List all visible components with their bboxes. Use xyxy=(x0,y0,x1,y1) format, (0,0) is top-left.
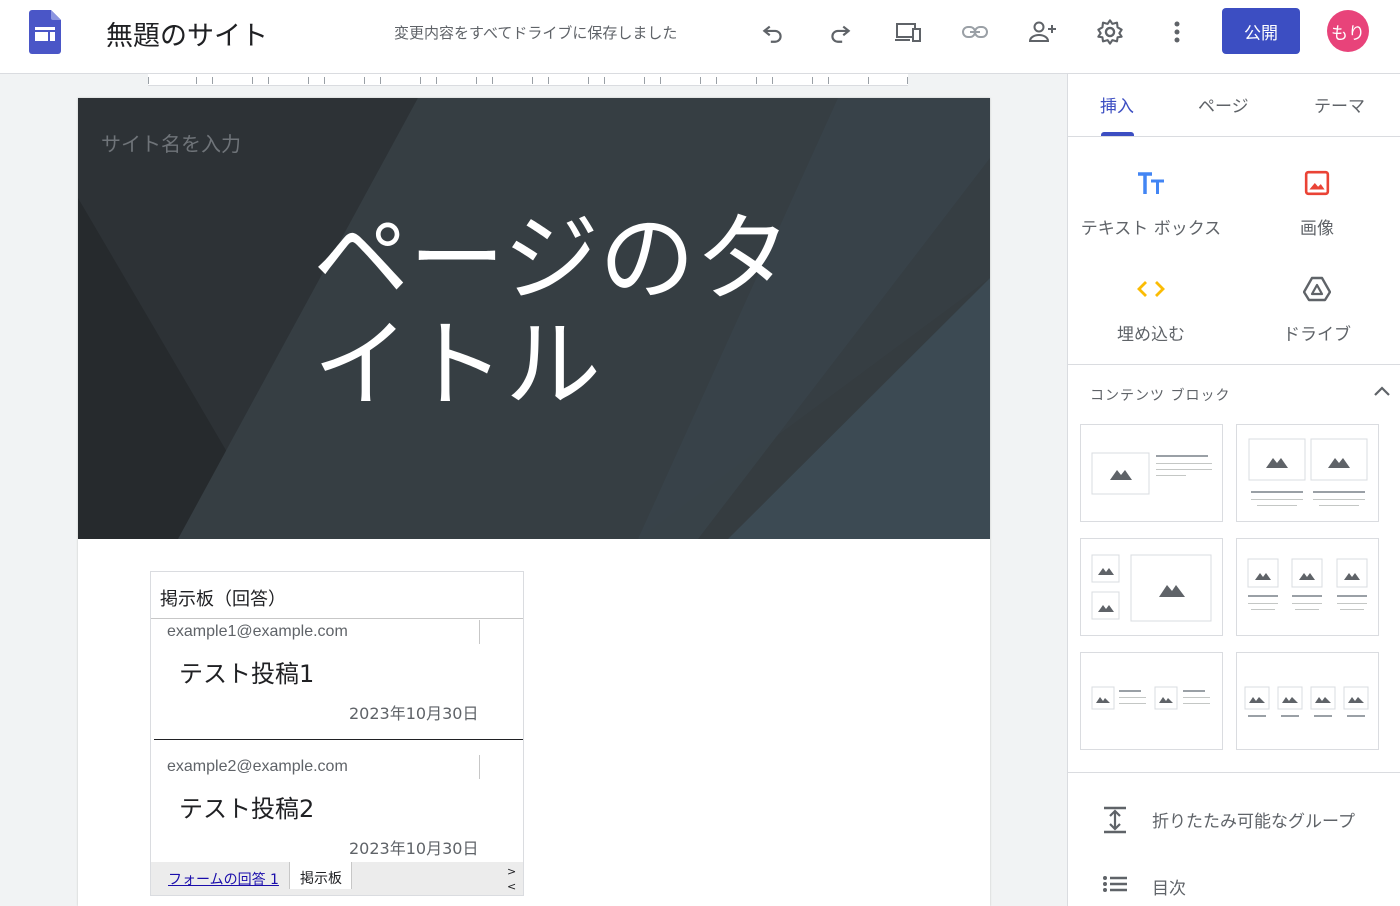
insert-item-label: 埋め込む xyxy=(1117,325,1185,345)
tab-themes[interactable]: テーマ xyxy=(1314,92,1365,117)
embedded-sheet[interactable]: 掲示板（回答） example1@example.com テスト投稿1 2023… xyxy=(150,571,524,896)
sheet-tab-nav: > < xyxy=(507,864,516,894)
sheet-title: 掲示板（回答） xyxy=(151,572,523,619)
toc-label: 目次 xyxy=(1152,879,1186,899)
list-item: example1@example.com テスト投稿1 2023年10月30日 xyxy=(151,620,523,738)
chevron-up-icon[interactable] xyxy=(1373,382,1391,401)
sheet-tab-bar: フォームの回答 1 掲示板 > < xyxy=(151,862,523,895)
site-title[interactable]: 無題のサイト xyxy=(106,14,268,53)
insert-item-label: 画像 xyxy=(1300,219,1334,239)
table-of-contents-icon xyxy=(1102,873,1128,899)
sheet-tab-form-responses[interactable]: フォームの回答 1 xyxy=(168,869,279,889)
post-title: テスト投稿1 xyxy=(179,660,315,688)
post-email: example1@example.com xyxy=(167,623,348,640)
embed-icon xyxy=(1068,272,1234,306)
sites-logo-icon[interactable] xyxy=(29,10,61,54)
active-tab-indicator xyxy=(1101,132,1134,136)
insert-text-box-button[interactable]: テキスト ボックス xyxy=(1068,166,1234,239)
divider xyxy=(1068,364,1400,365)
text-box-icon xyxy=(1068,166,1234,200)
side-panel: 挿入 ページ テーマ テキスト ボックス 画像 埋め込む ドライブ コンテンツ … xyxy=(1067,74,1400,906)
content-block-image-text[interactable] xyxy=(1080,424,1223,522)
collapsible-group-icon xyxy=(1102,806,1128,838)
ruler xyxy=(148,74,908,86)
content-blocks-header[interactable]: コンテンツ ブロック xyxy=(1090,385,1230,405)
sheet-prev-button[interactable]: < xyxy=(507,879,516,894)
content-block-image-text-pairs[interactable] xyxy=(1080,652,1223,750)
preview-icon[interactable] xyxy=(892,16,924,48)
tab-insert[interactable]: 挿入 xyxy=(1100,92,1134,117)
insert-toc-button[interactable]: 目次 xyxy=(1068,865,1400,905)
publish-button[interactable]: 公開 xyxy=(1222,8,1300,54)
save-status: 変更内容をすべてドライブに保存しました xyxy=(394,24,678,42)
drive-icon xyxy=(1234,272,1400,306)
post-divider xyxy=(154,739,523,740)
post-email: example2@example.com xyxy=(167,758,348,775)
insert-image-button[interactable]: 画像 xyxy=(1234,166,1400,239)
page-title[interactable]: ページのタイトル xyxy=(313,206,833,418)
content-block-gallery[interactable] xyxy=(1080,538,1223,636)
share-icon[interactable] xyxy=(1026,16,1058,48)
cell-divider xyxy=(479,755,480,779)
sheet-tab-board[interactable]: 掲示板 xyxy=(289,862,352,889)
top-bar: 無題のサイト 変更内容をすべてドライブに保存しました 公開 もり xyxy=(0,0,1400,74)
insert-drive-button[interactable]: ドライブ xyxy=(1234,272,1400,345)
insert-collapsible-group-button[interactable]: 折りたたみ可能なグループ xyxy=(1068,798,1400,838)
post-date: 2023年10月30日 xyxy=(349,839,479,858)
cell-divider xyxy=(479,620,480,644)
more-icon[interactable] xyxy=(1161,16,1193,48)
post-date: 2023年10月30日 xyxy=(349,704,479,723)
redo-icon[interactable] xyxy=(824,16,856,48)
page-canvas: サイト名を入力 ページのタイトル 掲示板（回答） example1@exampl… xyxy=(78,98,990,906)
insert-item-label: テキスト ボックス xyxy=(1080,219,1222,239)
insert-embed-button[interactable]: 埋め込む xyxy=(1068,272,1234,345)
tab-pages[interactable]: ページ xyxy=(1198,92,1249,117)
post-title: テスト投稿2 xyxy=(179,795,315,823)
divider xyxy=(1068,772,1400,773)
panel-tabs: 挿入 ページ テーマ xyxy=(1068,74,1400,137)
insert-item-label: ドライブ xyxy=(1283,325,1351,345)
list-item: example2@example.com テスト投稿2 2023年10月30日 xyxy=(151,755,523,860)
avatar[interactable]: もり xyxy=(1327,10,1369,52)
undo-icon[interactable] xyxy=(757,16,789,48)
content-block-four-images[interactable] xyxy=(1236,652,1379,750)
sheet-next-button[interactable]: > xyxy=(507,864,516,879)
image-icon xyxy=(1234,166,1400,200)
collapsible-group-label: 折りたたみ可能なグループ xyxy=(1152,812,1355,832)
settings-icon[interactable] xyxy=(1094,16,1126,48)
site-name-input[interactable]: サイト名を入力 xyxy=(101,128,241,157)
link-icon[interactable] xyxy=(959,16,991,48)
content-block-two-images[interactable] xyxy=(1236,424,1379,522)
content-block-three-images[interactable] xyxy=(1236,538,1379,636)
header-banner[interactable]: サイト名を入力 ページのタイトル xyxy=(78,98,990,539)
